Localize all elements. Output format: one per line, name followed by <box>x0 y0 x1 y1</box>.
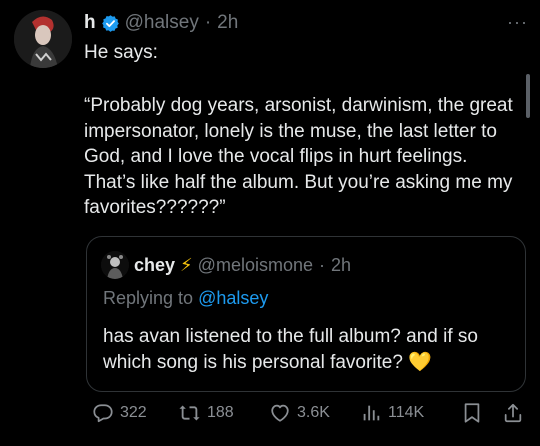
views-count: 114K <box>388 404 425 421</box>
tweet[interactable]: h @halsey · 2h ··· He says: “Probably do… <box>0 0 540 446</box>
replying-to-handle[interactable]: @halsey <box>198 288 268 308</box>
quoted-tweet[interactable]: chey ⚡ @meloismone · 2h Replying to @hal… <box>86 236 526 392</box>
quoted-separator-dot: · <box>318 254 325 275</box>
author-name[interactable]: h <box>84 12 96 34</box>
reply-count: 322 <box>120 404 147 421</box>
bookmark-button[interactable] <box>462 398 482 428</box>
tweet-intro-text: He says: <box>84 42 158 63</box>
yellow-heart-icon: 💛 <box>408 352 432 373</box>
action-bar: 322 188 3.6K 114K <box>92 398 522 428</box>
quoted-author-avatar[interactable] <box>101 251 129 279</box>
views-button[interactable]: 114K <box>360 398 424 428</box>
quoted-author-name[interactable]: chey <box>134 255 175 276</box>
avatar-portrait-icon <box>14 10 72 68</box>
tweet-header: h @halsey · 2h <box>84 11 238 35</box>
tweet-timestamp[interactable]: 2h <box>217 12 238 34</box>
quoted-avatar-portrait-icon <box>101 251 129 279</box>
more-icon[interactable]: ··· <box>507 12 528 33</box>
retweet-button[interactable]: 188 <box>178 398 234 428</box>
reply-icon <box>93 404 113 423</box>
views-icon <box>363 405 380 421</box>
like-icon <box>271 404 289 422</box>
tweet-body-text: “Probably dog years, arsonist, darwinism… <box>84 95 513 218</box>
like-count: 3.6K <box>297 404 330 421</box>
retweet-icon <box>179 405 200 421</box>
lightning-icon: ⚡ <box>180 254 193 275</box>
share-icon <box>504 403 522 423</box>
quoted-tweet-header: chey ⚡ @meloismone · 2h <box>101 251 351 279</box>
share-button[interactable] <box>502 398 524 428</box>
author-handle[interactable]: @halsey <box>125 12 199 34</box>
replying-to-prefix: Replying to <box>103 288 194 308</box>
scrollbar[interactable] <box>526 74 530 118</box>
quoted-tweet-text: has avan listened to the full album? and… <box>103 324 513 376</box>
replying-to-line: Replying to @halsey <box>103 288 268 309</box>
quoted-author-handle[interactable]: @meloismone <box>198 255 313 276</box>
quoted-timestamp[interactable]: 2h <box>331 255 351 276</box>
separator-dot: · <box>204 12 212 33</box>
retweet-count: 188 <box>207 404 234 421</box>
author-avatar[interactable] <box>14 10 72 68</box>
bookmark-icon <box>464 403 480 423</box>
verified-badge-icon <box>101 14 120 33</box>
like-button[interactable]: 3.6K <box>269 398 330 428</box>
reply-button[interactable]: 322 <box>92 398 147 428</box>
